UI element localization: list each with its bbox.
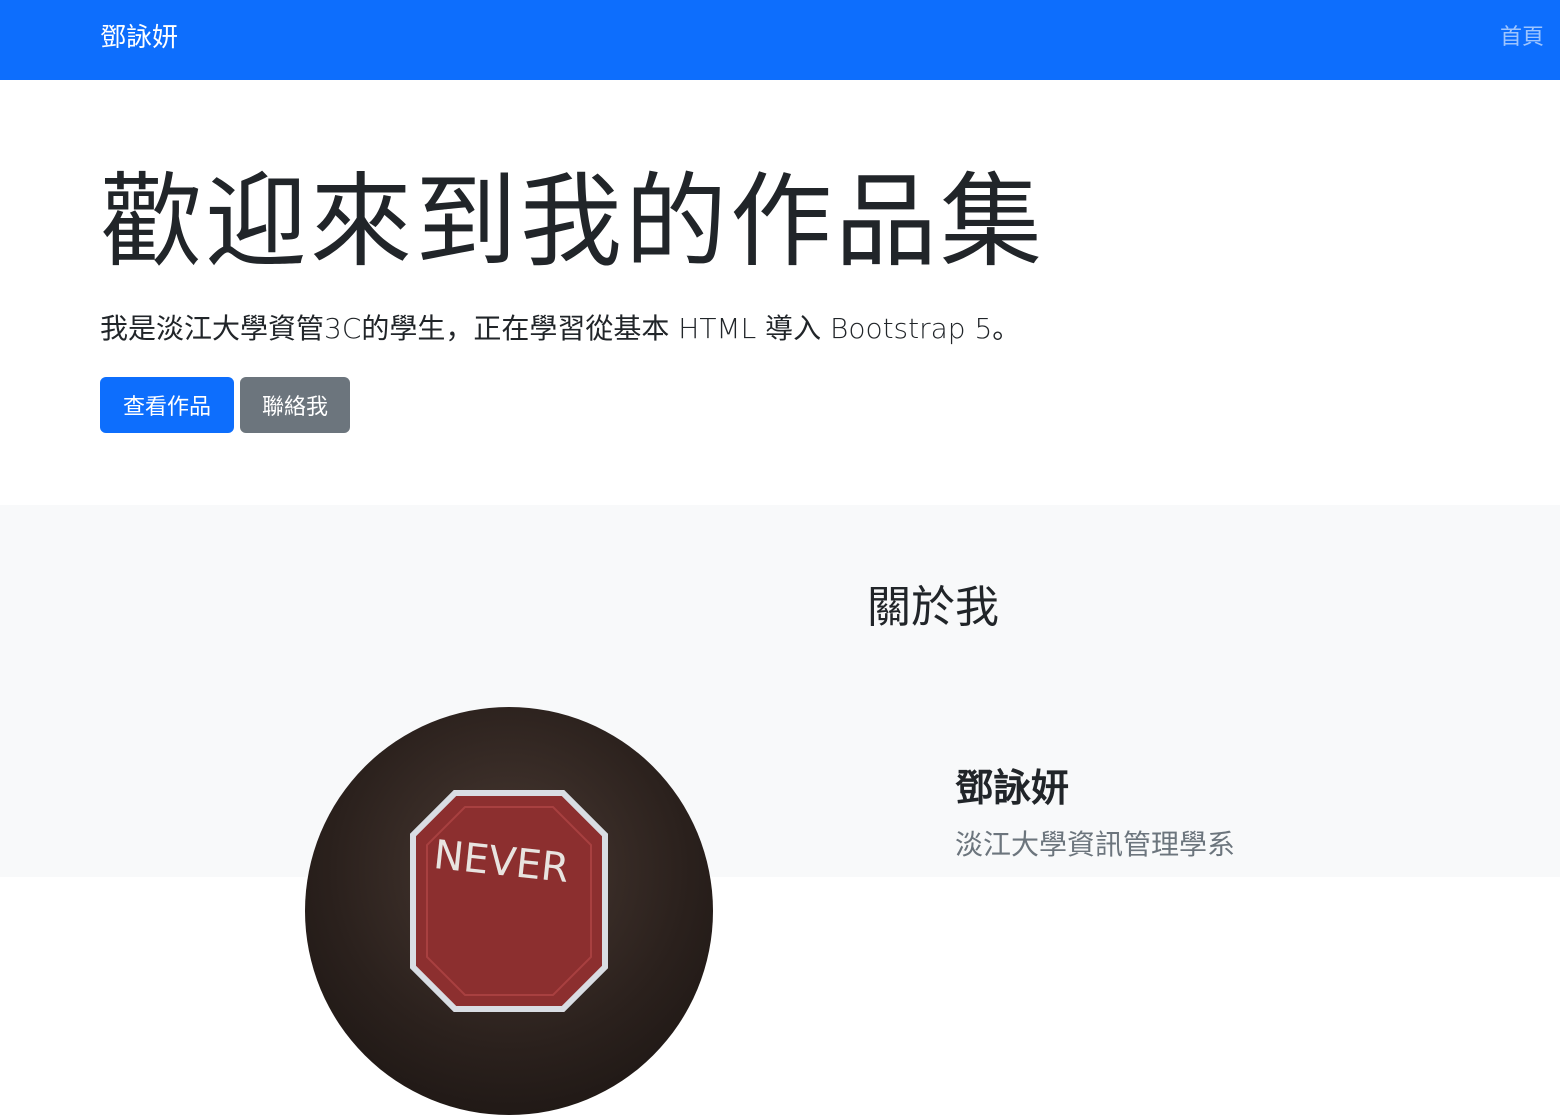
- avatar: NEVER: [305, 707, 713, 1115]
- about-heading: 關於我: [867, 582, 999, 633]
- stop-sign-shape: [410, 790, 608, 1012]
- hero-section: 歡迎來到我的作品集 我是淡江大學資管3C的學生，正在學習從基本 HTML 導入 …: [0, 80, 1560, 505]
- navbar: 鄧詠妍 首頁: [0, 0, 1560, 80]
- about-section: 關於我 NEVER 鄧詠妍 淡江大學資訊管理學系: [0, 505, 1560, 1115]
- nav-link-home[interactable]: 首頁: [1500, 21, 1544, 55]
- view-works-button[interactable]: 查看作品: [100, 377, 234, 433]
- navbar-brand[interactable]: 鄧詠妍: [100, 20, 178, 56]
- hero-lead: 我是淡江大學資管3C的學生，正在學習從基本 HTML 導入 Bootstrap …: [100, 312, 1021, 345]
- profile-department: 淡江大學資訊管理學系: [955, 828, 1236, 861]
- contact-me-button[interactable]: 聯絡我: [240, 377, 350, 433]
- hero-title: 歡迎來到我的作品集: [100, 163, 1045, 282]
- profile-name: 鄧詠妍: [955, 766, 1070, 810]
- stop-sign-image: NEVER: [410, 790, 608, 1012]
